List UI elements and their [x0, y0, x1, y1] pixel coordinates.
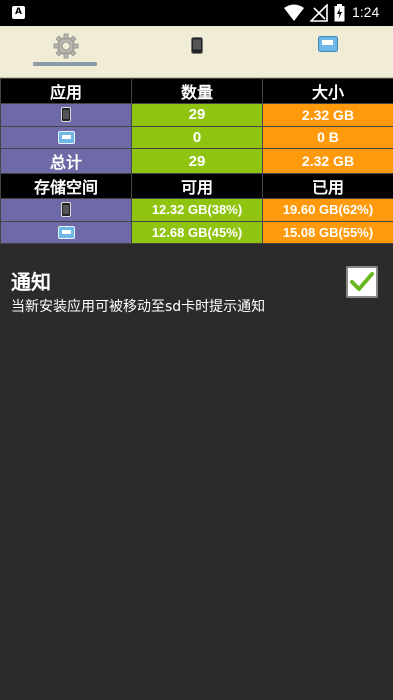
notification-description: 当新安装应用可被移动至sd卡时提示通知 [11, 299, 266, 315]
active-tab-indicator [33, 62, 97, 66]
storage-col-header: 存储空间 [0, 173, 132, 199]
table-row: 29 2.32 GB [0, 103, 393, 127]
total-count: 29 [131, 148, 263, 174]
phone-app-size: 2.32 GB [262, 103, 393, 127]
total-row: 总计 29 2.32 GB [0, 148, 393, 174]
table-row: 0 0 B [0, 125, 393, 149]
phone-icon [61, 202, 71, 218]
table-row: 12.68 GB(45%) 15.08 GB(55%) [0, 220, 393, 244]
count-col-header: 数量 [131, 78, 263, 104]
tab-overview[interactable] [0, 26, 131, 78]
sd-row-label [0, 125, 132, 149]
clock-time: 1:24 [352, 4, 380, 20]
app-notification-icon: A [12, 6, 25, 19]
sd-storage-label [0, 220, 132, 244]
sd-card-icon [57, 225, 75, 239]
phone-icon [61, 107, 71, 123]
phone-storage-available: 12.32 GB(38%) [131, 198, 263, 222]
checkmark-icon [350, 272, 374, 291]
available-col-header: 可用 [131, 173, 263, 199]
gear-icon [53, 33, 78, 59]
total-size: 2.32 GB [262, 148, 393, 174]
phone-storage-label [0, 198, 132, 222]
size-col-header: 大小 [262, 78, 393, 104]
tab-bar [0, 26, 393, 78]
tab-sd-card[interactable] [262, 26, 393, 78]
storage-header-row: 存储空间 可用 已用 [0, 173, 393, 199]
battery-icon [334, 4, 345, 22]
phone-row-label [0, 103, 132, 127]
total-label: 总计 [0, 148, 132, 174]
sd-storage-used: 15.08 GB(55%) [262, 220, 393, 244]
wifi-icon [284, 4, 304, 21]
sd-card-icon [317, 36, 338, 52]
storage-summary-table: 应用 数量 大小 29 2.32 GB 0 0 B 总计 29 2.32 GB … [0, 78, 393, 244]
table-row: 12.32 GB(38%) 19.60 GB(62%) [0, 198, 393, 222]
status-bar: A 1:24 [0, 0, 393, 26]
sd-card-icon [57, 130, 75, 144]
notification-checkbox[interactable] [346, 266, 378, 298]
apps-col-header: 应用 [0, 78, 132, 104]
signal-icon [310, 4, 328, 22]
used-col-header: 已用 [262, 173, 393, 199]
apps-header-row: 应用 数量 大小 [0, 78, 393, 104]
tab-phone[interactable] [131, 26, 262, 78]
notification-setting[interactable]: 通知 当新安装应用可被移动至sd卡时提示通知 [0, 262, 393, 322]
notification-title: 通知 [11, 270, 51, 294]
sd-app-size: 0 B [262, 125, 393, 149]
sd-app-count: 0 [131, 125, 263, 149]
sd-storage-available: 12.68 GB(45%) [131, 220, 263, 244]
phone-icon [190, 37, 203, 54]
phone-app-count: 29 [131, 103, 263, 127]
phone-storage-used: 19.60 GB(62%) [262, 198, 393, 222]
